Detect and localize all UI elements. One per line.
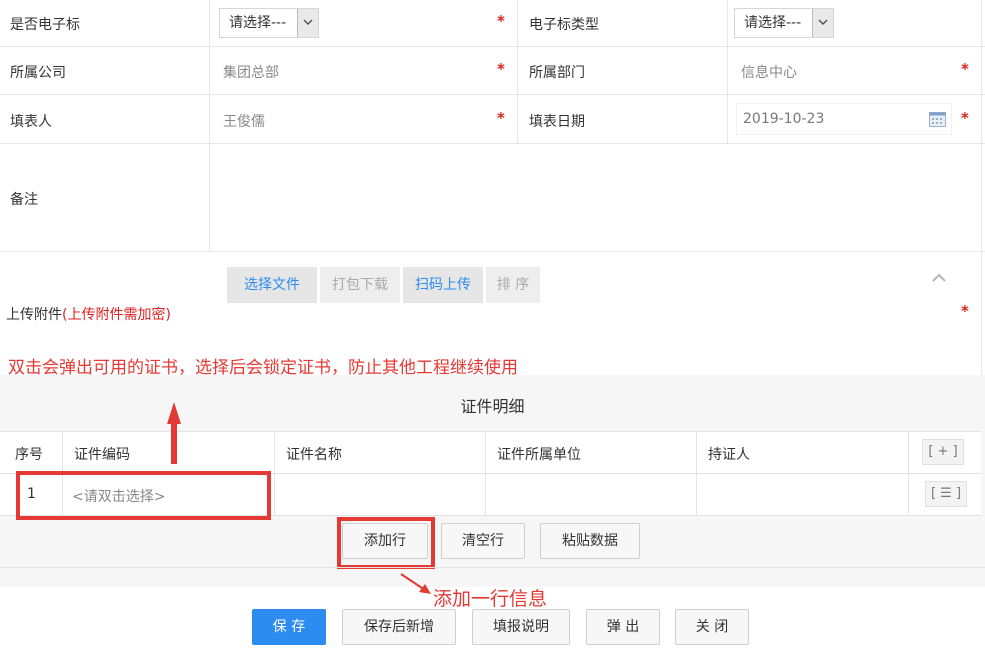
required-mark: * <box>497 60 505 78</box>
required-mark: * <box>497 109 505 127</box>
electronic-type-select-value: 请选择--- <box>744 15 802 31</box>
column-header-name: 证件名称 <box>286 447 342 463</box>
column-header-holder: 持证人 <box>708 447 750 463</box>
clear-rows-button[interactable]: 清空行 <box>441 523 525 559</box>
pack-download-button[interactable]: 打包下载 <box>320 267 400 303</box>
divider <box>727 0 728 143</box>
electronic-type-select[interactable]: 请选择--- <box>734 8 834 38</box>
company-value: 集团总部 <box>223 65 279 81</box>
required-mark: * <box>497 12 505 30</box>
paste-data-button[interactable]: 粘贴数据 <box>540 523 640 559</box>
save-and-new-button[interactable]: 保存后新增 <box>342 609 456 645</box>
scan-upload-button[interactable]: 扫码上传 <box>403 267 483 303</box>
department-field-label: 所属部门 <box>529 65 585 81</box>
highlight-box-code-cell <box>16 471 271 520</box>
save-button[interactable]: 保 存 <box>252 609 326 645</box>
arrow-pointer-icon <box>400 573 431 594</box>
electronic-label-select[interactable]: 请选择--- <box>219 8 319 38</box>
divider <box>0 431 981 432</box>
divider <box>981 0 982 375</box>
arrow-up-icon <box>167 402 181 464</box>
column-header-code: 证件编码 <box>74 447 130 463</box>
highlight-box-add-row <box>337 517 435 569</box>
select-file-button[interactable]: 选择文件 <box>227 267 317 303</box>
popup-button[interactable]: 弹 出 <box>586 609 660 645</box>
required-mark: * <box>961 302 969 320</box>
upload-encrypt-note: (上传附件需加密) <box>62 307 171 323</box>
column-header-index: 序号 <box>15 447 43 463</box>
row-menu-button[interactable]: [ ☰ ] <box>925 481 967 507</box>
collapse-chevron-up-icon[interactable] <box>931 271 947 287</box>
sort-button[interactable]: 排 序 <box>486 267 540 303</box>
divider <box>517 0 518 143</box>
company-field-label: 所属公司 <box>10 65 66 81</box>
calendar-icon[interactable] <box>929 111 946 131</box>
remark-field-label: 备注 <box>10 192 38 208</box>
filler-field-label: 填表人 <box>10 114 52 130</box>
add-column-button[interactable]: [ + ] <box>922 439 964 465</box>
remark-textarea[interactable] <box>210 144 981 251</box>
date-input[interactable]: 2019-10-23 <box>736 103 952 135</box>
filler-value: 王俊儒 <box>223 114 265 130</box>
annotation-add-row-note: 添加一行信息 <box>433 588 548 610</box>
column-header-unit: 证件所属单位 <box>497 447 581 463</box>
chevron-down-icon <box>812 9 833 37</box>
date-value: 2019-10-23 <box>743 111 825 127</box>
electronic-type-field-label: 电子标类型 <box>529 17 599 33</box>
upload-field-label: 上传附件(上传附件需加密) <box>6 304 171 324</box>
electronic-label-field-label: 是否电子标 <box>10 17 80 33</box>
date-field-label: 填表日期 <box>529 114 585 130</box>
detail-title: 证件明细 <box>460 397 525 416</box>
divider <box>0 567 985 568</box>
required-mark: * <box>961 60 969 78</box>
required-mark: * <box>961 109 969 127</box>
electronic-label-select-value: 请选择--- <box>229 15 287 31</box>
close-button[interactable]: 关 闭 <box>675 609 749 645</box>
upload-label-text: 上传附件 <box>6 307 62 323</box>
divider <box>0 46 985 47</box>
department-value: 信息中心 <box>741 65 797 81</box>
chevron-down-icon <box>297 9 318 37</box>
instructions-button[interactable]: 填报说明 <box>472 609 570 645</box>
divider <box>0 251 985 252</box>
divider <box>0 94 985 95</box>
